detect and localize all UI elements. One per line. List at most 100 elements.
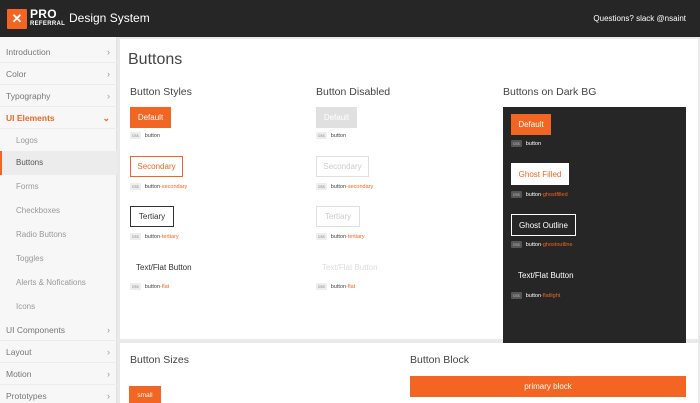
css-class-label: css button: [511, 140, 541, 147]
sidebar-item-label: Color: [6, 69, 27, 79]
tertiary-button[interactable]: Tertiary: [130, 206, 174, 227]
default-button[interactable]: Default: [130, 107, 171, 128]
sidebar-subitem-radio-buttons[interactable]: Radio Buttons: [0, 223, 117, 247]
css-tag: css: [130, 183, 141, 190]
css-class-modifier: -flat: [160, 283, 170, 290]
css-class-label: css button -secondary: [316, 183, 373, 190]
sidebar-subitem-buttons[interactable]: Buttons: [0, 151, 117, 175]
sidebar-item-layout[interactable]: Layout ›: [0, 341, 117, 363]
disabled-secondary-button[interactable]: Secondary: [316, 156, 369, 177]
chevron-right-icon: ›: [107, 69, 110, 79]
questions-contact: Questions? slack @nsaint: [593, 14, 686, 23]
css-class-base: button: [330, 132, 347, 139]
css-tag: css: [511, 191, 522, 198]
sidebar-nav: Introduction › Color › Typography › UI E…: [0, 37, 117, 403]
css-class-base: button: [525, 140, 542, 147]
sidebar-subitem-label: Forms: [16, 182, 39, 191]
css-class-base: button: [330, 233, 347, 240]
css-tag: css: [130, 233, 141, 240]
css-class-modifier: -flat: [346, 283, 356, 290]
css-class-base: button: [144, 233, 161, 240]
sidebar-item-ui-elements[interactable]: UI Elements ⌄: [0, 107, 117, 129]
sidebar-subitem-label: Icons: [16, 302, 36, 311]
css-class-base: button: [144, 132, 161, 139]
sidebar-item-label: Typography: [6, 91, 51, 101]
disabled-default-button[interactable]: Default: [316, 107, 357, 128]
small-button[interactable]: small: [129, 386, 161, 403]
logo-referral-text: REFERRAL: [30, 21, 66, 27]
css-tag: css: [316, 233, 327, 240]
sidebar-subitem-icons[interactable]: Icons: [0, 295, 117, 319]
css-tag: css: [130, 283, 141, 290]
css-class-label: css button -tertiary: [316, 233, 365, 240]
css-class-label: css button: [130, 132, 160, 139]
dark-bg-panel: Default css button Ghost Filled css butt…: [503, 107, 686, 350]
sidebar-item-label: Motion: [6, 369, 32, 379]
sidebar-item-introduction[interactable]: Introduction ›: [0, 41, 117, 63]
css-class-base: button: [330, 183, 347, 190]
secondary-button[interactable]: Secondary: [130, 156, 183, 177]
css-class-modifier: -tertiary: [346, 233, 365, 240]
css-class-modifier: -ghostoutline: [541, 241, 573, 248]
sidebar-item-label: Prototypes: [6, 391, 47, 401]
css-class-label: css button -flatlight: [511, 292, 560, 299]
chevron-right-icon: ›: [107, 91, 110, 101]
css-class-label: css button -flat: [130, 283, 169, 290]
logo-pro-text: PRO: [30, 7, 57, 21]
css-class-label: css button -ghostoutline: [511, 241, 573, 248]
sidebar-item-label: Introduction: [6, 47, 51, 57]
dark-flat-button[interactable]: Text/Flat Button: [511, 264, 585, 286]
sidebar-subitem-label: Alerts & Nofications: [16, 278, 86, 287]
css-tag: css: [511, 140, 522, 147]
sidebar-subitem-alerts[interactable]: Alerts & Nofications: [0, 271, 117, 295]
chevron-right-icon: ›: [107, 47, 110, 57]
sidebar-subitem-checkboxes[interactable]: Checkboxes: [0, 199, 117, 223]
sidebar-subitem-logos[interactable]: Logos: [0, 129, 117, 153]
section-title-button-disabled: Button Disabled: [316, 86, 391, 98]
disabled-flat-button[interactable]: Text/Flat Button: [316, 257, 388, 278]
sidebar-subitem-label: Logos: [16, 136, 38, 145]
sidebar-item-typography[interactable]: Typography ›: [0, 85, 117, 107]
wrench-icon: ✕: [7, 8, 27, 29]
chevron-right-icon: ›: [107, 391, 110, 401]
css-class-base: button: [144, 283, 161, 290]
sidebar-subitem-label: Buttons: [16, 158, 44, 167]
sidebar-subitem-label: Checkboxes: [16, 206, 61, 215]
primary-block-button[interactable]: primary block: [410, 376, 686, 397]
pro-referral-logo[interactable]: ✕ PRO REFERRAL: [7, 7, 65, 30]
css-class-base: button: [525, 191, 542, 198]
css-class-modifier: -tertiary: [160, 233, 179, 240]
css-class-base: button: [525, 292, 542, 299]
section-title-dark-bg: Buttons on Dark BG: [503, 86, 597, 98]
page-title: Buttons: [128, 51, 183, 68]
flat-button[interactable]: Text/Flat Button: [130, 257, 202, 278]
ghost-outline-button[interactable]: Ghost Outline: [511, 214, 576, 236]
lower-content: Button Sizes small Button Block primary …: [120, 343, 698, 403]
logo-wordmark: PRO REFERRAL: [30, 7, 66, 28]
sidebar-item-label: Layout: [6, 347, 32, 357]
sidebar-subitem-forms[interactable]: Forms: [0, 175, 117, 199]
sidebar-item-prototypes[interactable]: Prototypes ›: [0, 385, 117, 403]
sidebar-item-label: UI Components: [6, 325, 66, 335]
css-class-label: css button -flat: [316, 283, 355, 290]
ghost-filled-button[interactable]: Ghost Filled: [511, 163, 569, 185]
sidebar-item-color[interactable]: Color ›: [0, 63, 117, 85]
dark-default-button[interactable]: Default: [511, 114, 551, 135]
chevron-down-icon: ⌄: [102, 113, 110, 123]
css-class-modifier: -ghostfilled: [541, 191, 568, 198]
sidebar-item-label: UI Elements: [6, 113, 55, 123]
section-title-button-sizes: Button Sizes: [130, 354, 189, 366]
disabled-tertiary-button[interactable]: Tertiary: [316, 206, 360, 227]
sidebar-subitem-toggles[interactable]: Toggles: [0, 247, 117, 271]
css-class-modifier: -secondary: [346, 183, 374, 190]
top-header: ✕ PRO REFERRAL Design System Questions? …: [0, 0, 700, 37]
sidebar-item-motion[interactable]: Motion ›: [0, 363, 117, 385]
css-tag: css: [130, 132, 141, 139]
sidebar-subitem-label: Radio Buttons: [16, 230, 67, 239]
css-class-base: button: [144, 183, 161, 190]
chevron-right-icon: ›: [107, 347, 110, 357]
css-class-base: button: [525, 241, 542, 248]
app-title: Design System: [69, 11, 150, 25]
css-class-label: css button -secondary: [130, 183, 187, 190]
sidebar-item-ui-components[interactable]: UI Components ›: [0, 319, 117, 341]
